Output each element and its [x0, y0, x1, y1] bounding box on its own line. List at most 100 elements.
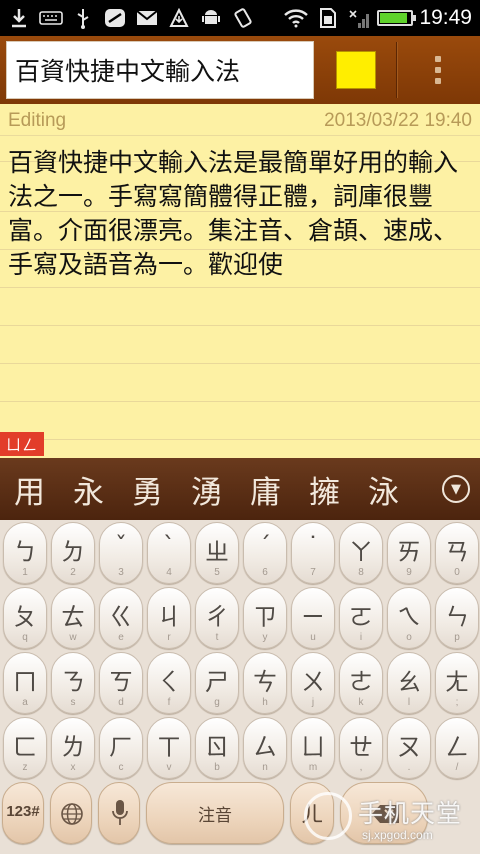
key-z[interactable]: ㄈz — [3, 717, 47, 779]
clock: 19:49 — [419, 6, 472, 29]
key-symbol: ˋ — [163, 532, 175, 560]
key-hint: t — [215, 632, 219, 643]
android-icon — [198, 7, 224, 29]
key-0[interactable]: ㄢ0 — [435, 522, 479, 584]
note-editor[interactable]: Editing 2013/03/22 19:40 百資快捷中文輸入法是最簡單好用… — [0, 104, 480, 458]
microphone-icon — [112, 800, 128, 825]
key-3[interactable]: ˇ3 — [99, 522, 143, 584]
key-hint: 7 — [310, 567, 316, 578]
key-j[interactable]: ㄨj — [291, 652, 335, 714]
note-title-field[interactable]: 百資快捷中文輸入法 — [6, 41, 314, 99]
key-hint: o — [406, 632, 412, 643]
key-u[interactable]: ㄧu — [291, 587, 335, 649]
key-hint: v — [166, 762, 172, 773]
key-g[interactable]: ㄕg — [195, 652, 239, 714]
candidate-item[interactable]: 擁 — [295, 467, 354, 512]
key-q[interactable]: ㄆq — [3, 587, 47, 649]
key-v[interactable]: ㄒv — [147, 717, 191, 779]
key-4[interactable]: ˋ4 — [147, 522, 191, 584]
space-key[interactable]: 注音 — [146, 782, 284, 844]
key-hint: 2 — [70, 567, 76, 578]
key-hint: 0 — [454, 567, 460, 578]
key-hint: j — [311, 697, 315, 708]
zhuyin-keyboard: ㄅ 1 ㄉ 2 ˇ 3 ˋ 4 ㄓ 5 ˊ 6 ˙ 7 ㄚ 8 ㄞ 9 ㄢ 0 ㄆ q ㄊ w ㄍ e ㄐ r ㄔ t ㄗ y ㄧ u ㄛ i ㄟ o ㄣ p… — [0, 520, 480, 854]
key-/[interactable]: ㄥ / — [435, 717, 479, 779]
key-5[interactable]: ㄓ5 — [195, 522, 239, 584]
key-hint: 6 — [262, 567, 268, 578]
key-7[interactable]: ˙ 7 — [291, 522, 335, 584]
key-1[interactable]: ㄅ1 — [3, 522, 47, 584]
key-hint: 3 — [118, 567, 124, 578]
key-t[interactable]: ㄔt — [195, 587, 239, 649]
note-body-text[interactable]: 百資快捷中文輸入法是最簡單好用的輸入法之一。手寫寫簡體得正體，詞庫很豐富。介面很… — [8, 146, 470, 282]
key-d[interactable]: ㄎd — [99, 652, 143, 714]
key-hint: p — [454, 632, 460, 643]
key-;[interactable]: ㄤ; — [435, 652, 479, 714]
key-hint: 9 — [406, 567, 412, 578]
key-hint: 5 — [214, 567, 220, 578]
candidate-item[interactable]: 泳 — [354, 467, 413, 512]
key-w[interactable]: ㄊw — [51, 587, 95, 649]
note-timestamp: 2013/03/22 19:40 — [324, 110, 472, 131]
key-m[interactable]: ㄩm — [291, 717, 335, 779]
key-2[interactable]: ㄉ2 — [51, 522, 95, 584]
key-symbol: ㄠ — [397, 668, 421, 696]
key-8[interactable]: ㄚ8 — [339, 522, 383, 584]
candidate-item[interactable]: 勇 — [118, 467, 177, 512]
key-symbol: ㄛ — [349, 603, 373, 631]
voice-input-key[interactable] — [98, 782, 140, 844]
candidate-item[interactable]: 庸 — [236, 467, 295, 512]
key-symbol: ㄚ — [349, 538, 373, 566]
overflow-menu-icon[interactable] — [410, 44, 466, 96]
key-b[interactable]: ㄖb — [195, 717, 239, 779]
key-hint: , — [359, 762, 363, 773]
symbols-key[interactable]: 123# — [2, 782, 44, 844]
key-hint: / — [455, 762, 459, 773]
key-i[interactable]: ㄛi — [339, 587, 383, 649]
composing-text: ㄩㄥ — [0, 432, 44, 456]
key-symbol: ㄢ — [445, 538, 469, 566]
key-x[interactable]: ㄌx — [51, 717, 95, 779]
key-,[interactable]: ㄝ, — [339, 717, 383, 779]
candidate-item[interactable]: 永 — [59, 467, 118, 512]
key-symbol: ㄎ — [109, 668, 133, 696]
candidate-item[interactable]: 用 — [0, 467, 59, 512]
key-y[interactable]: ㄗy — [243, 587, 287, 649]
key-.[interactable]: ㄡ. — [387, 717, 431, 779]
key-h[interactable]: ㄘh — [243, 652, 287, 714]
candidate-item[interactable]: 湧 — [177, 467, 236, 512]
key-9[interactable]: ㄞ9 — [387, 522, 431, 584]
key-f[interactable]: ㄑf — [147, 652, 191, 714]
key-r[interactable]: ㄐr — [147, 587, 191, 649]
key-o[interactable]: ㄟo — [387, 587, 431, 649]
key-p[interactable]: ㄣp — [435, 587, 479, 649]
key-6[interactable]: ˊ6 — [243, 522, 287, 584]
key-symbol: ㄤ — [445, 668, 469, 696]
key-hint: m — [308, 762, 318, 773]
key-n[interactable]: ㄙn — [243, 717, 287, 779]
chevron-down-circle-icon[interactable]: ▼ — [442, 475, 470, 503]
key-l[interactable]: ㄠl — [387, 652, 431, 714]
note-color-button[interactable] — [336, 51, 376, 89]
key-a[interactable]: ㄇa — [3, 652, 47, 714]
key-hint: 1 — [22, 567, 28, 578]
key-symbol: ㄟ — [397, 603, 421, 631]
key-symbol: ㄈ — [13, 733, 37, 761]
key-symbol: ㄩ — [301, 733, 325, 761]
rotate-icon — [230, 7, 256, 29]
key-e[interactable]: ㄍe — [99, 587, 143, 649]
key-symbol: ㄞ — [397, 538, 421, 566]
key-k[interactable]: ㄜk — [339, 652, 383, 714]
key-symbol: ㄣ — [445, 603, 469, 631]
title-bar: 百資快捷中文輸入法 — [0, 36, 480, 104]
key-symbol: ㄗ — [253, 603, 277, 631]
key-symbol: ㄝ — [349, 733, 373, 761]
key-c[interactable]: ㄏc — [99, 717, 143, 779]
key-symbol: ㄌ — [61, 733, 85, 761]
key-s[interactable]: ㄋs — [51, 652, 95, 714]
edit-status: Editing — [8, 110, 67, 131]
watermark-logo — [304, 792, 352, 840]
globe-key[interactable] — [50, 782, 92, 844]
candidate-bar: 用永勇湧庸擁泳 ▼ — [0, 458, 480, 520]
key-hint: b — [214, 762, 220, 773]
